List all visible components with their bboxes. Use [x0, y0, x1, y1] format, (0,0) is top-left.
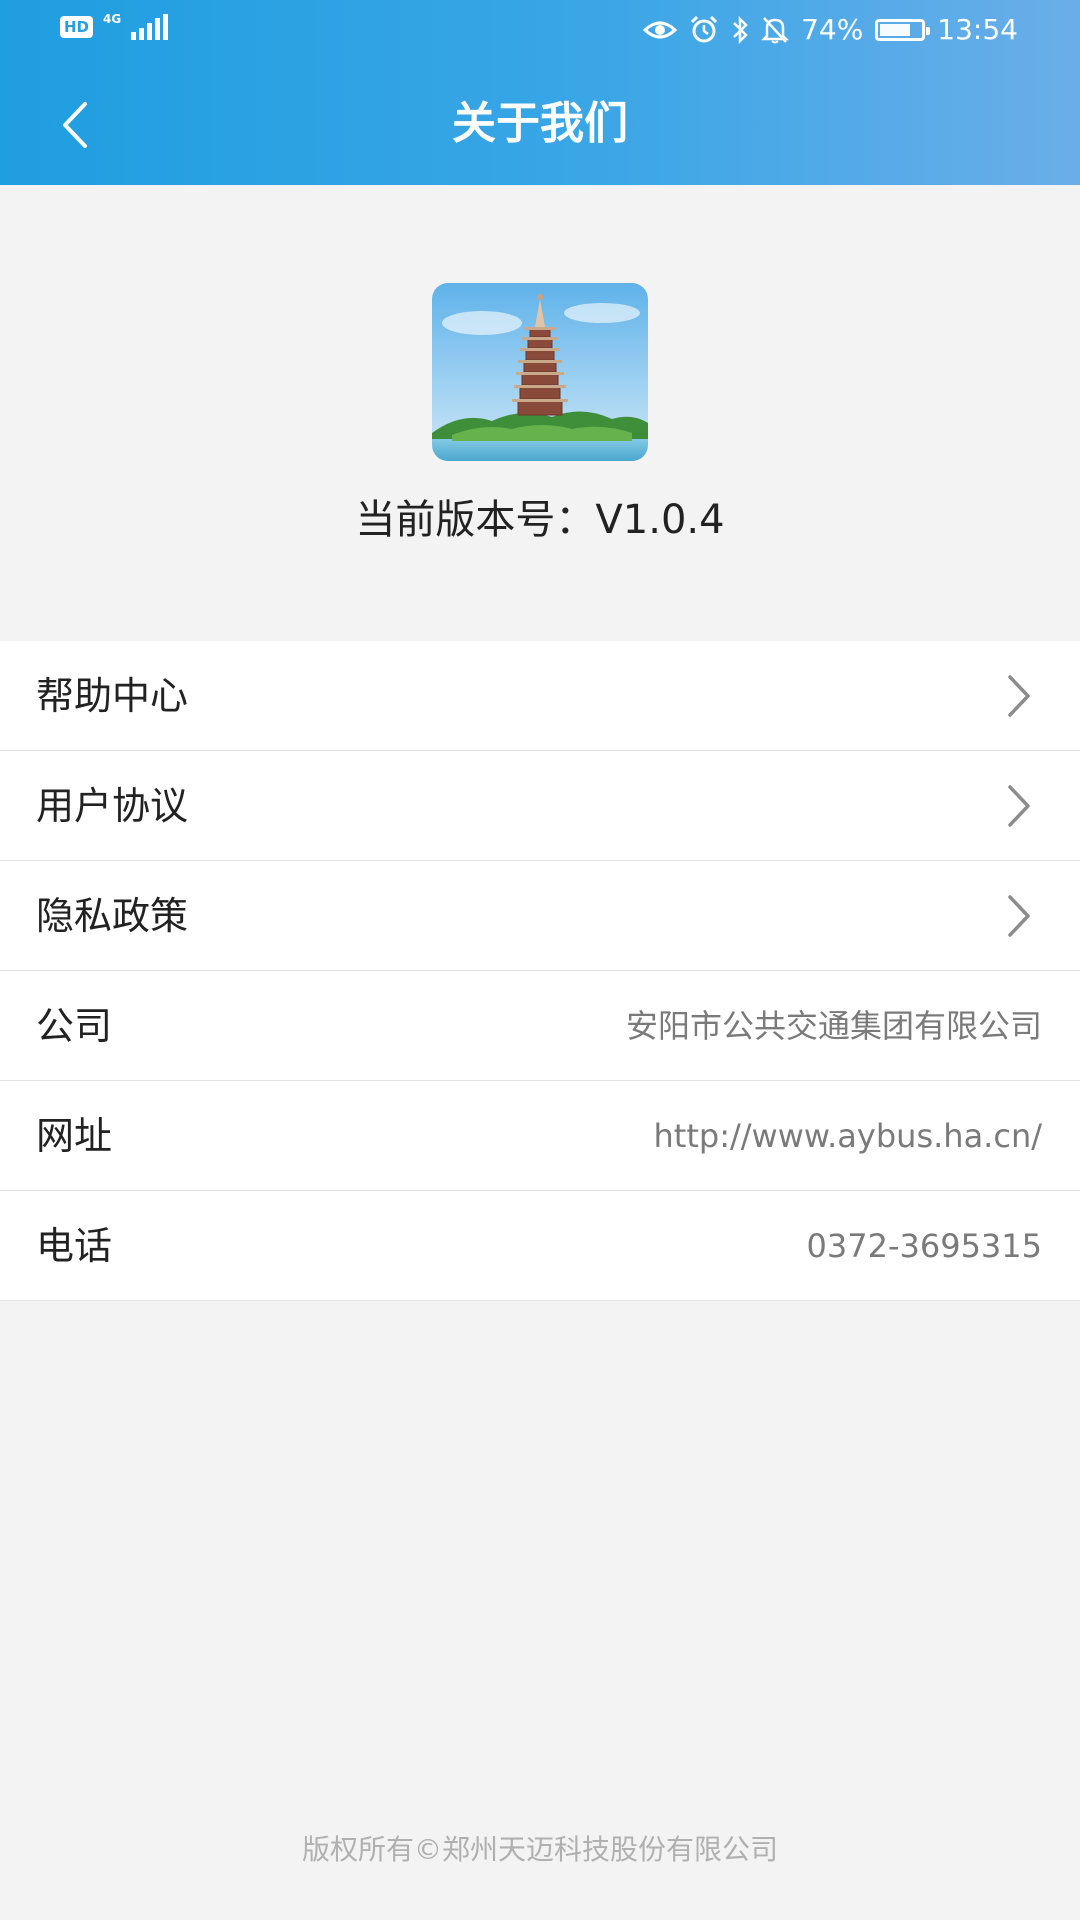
info-value-website[interactable]: http://www.aybus.ha.cn/ — [654, 1113, 1042, 1159]
info-label: 网址 — [36, 1114, 113, 1158]
menu-item-label: 隐私政策 — [36, 894, 189, 938]
info-value-company: 安阳市公共交通集团有限公司 — [625, 1007, 1042, 1045]
network-type: 4G — [103, 12, 122, 26]
info-row-website: 网址 http://www.aybus.ha.cn/ — [0, 1081, 1080, 1191]
copyright-footer: 版权所有©郑州天迈科技股份有限公司 — [301, 1833, 778, 1866]
info-value-phone[interactable]: 0372-3695315 — [807, 1223, 1043, 1269]
alarm-icon — [689, 12, 719, 48]
page-title: 关于我们 — [452, 98, 628, 149]
menu-item-privacy-policy[interactable]: 隐私政策 — [0, 861, 1080, 971]
chevron-right-icon — [1008, 785, 1030, 827]
status-right: 74% 13:54 — [643, 12, 1018, 48]
title-bar: 关于我们 — [0, 62, 1080, 185]
mute-icon — [761, 12, 790, 48]
header: HD 4G 74% 13:54 关于我们 — [0, 0, 1080, 185]
info-row-phone: 电话 0372-3695315 — [0, 1191, 1080, 1301]
app-logo — [432, 283, 648, 461]
settings-list: 帮助中心 用户协议 隐私政策 公司 安阳市公共交通集团有限公司 网址 http:… — [0, 641, 1080, 1301]
battery-icon — [875, 19, 931, 41]
clock: 13:54 — [937, 13, 1018, 46]
bluetooth-icon — [731, 12, 749, 48]
battery-percent: 74% — [801, 13, 864, 46]
info-row-company: 公司 安阳市公共交通集团有限公司 — [0, 971, 1080, 1081]
hd-badge: HD — [60, 16, 94, 38]
menu-item-label: 用户协议 — [36, 784, 189, 828]
menu-item-user-agreement[interactable]: 用户协议 — [0, 751, 1080, 861]
menu-item-label: 帮助中心 — [36, 674, 189, 718]
status-bar: HD 4G 74% 13:54 — [0, 0, 1080, 62]
info-label: 公司 — [36, 1004, 113, 1048]
eye-icon — [643, 12, 678, 48]
menu-item-help-center[interactable]: 帮助中心 — [0, 641, 1080, 751]
version-label: 当前版本号：V1.0.4 — [355, 497, 725, 543]
info-label: 电话 — [36, 1224, 113, 1268]
status-left: HD 4G — [60, 12, 169, 40]
about-us-screen: HD 4G 74% 13:54 关于我们 当前版本号：V1.0.4 帮助中心 用… — [0, 0, 1080, 1920]
chevron-right-icon — [1008, 675, 1030, 717]
signal-icon — [131, 14, 169, 40]
app-info: 当前版本号：V1.0.4 — [0, 185, 1080, 641]
battery-fill — [880, 24, 910, 36]
chevron-right-icon — [1008, 895, 1030, 937]
